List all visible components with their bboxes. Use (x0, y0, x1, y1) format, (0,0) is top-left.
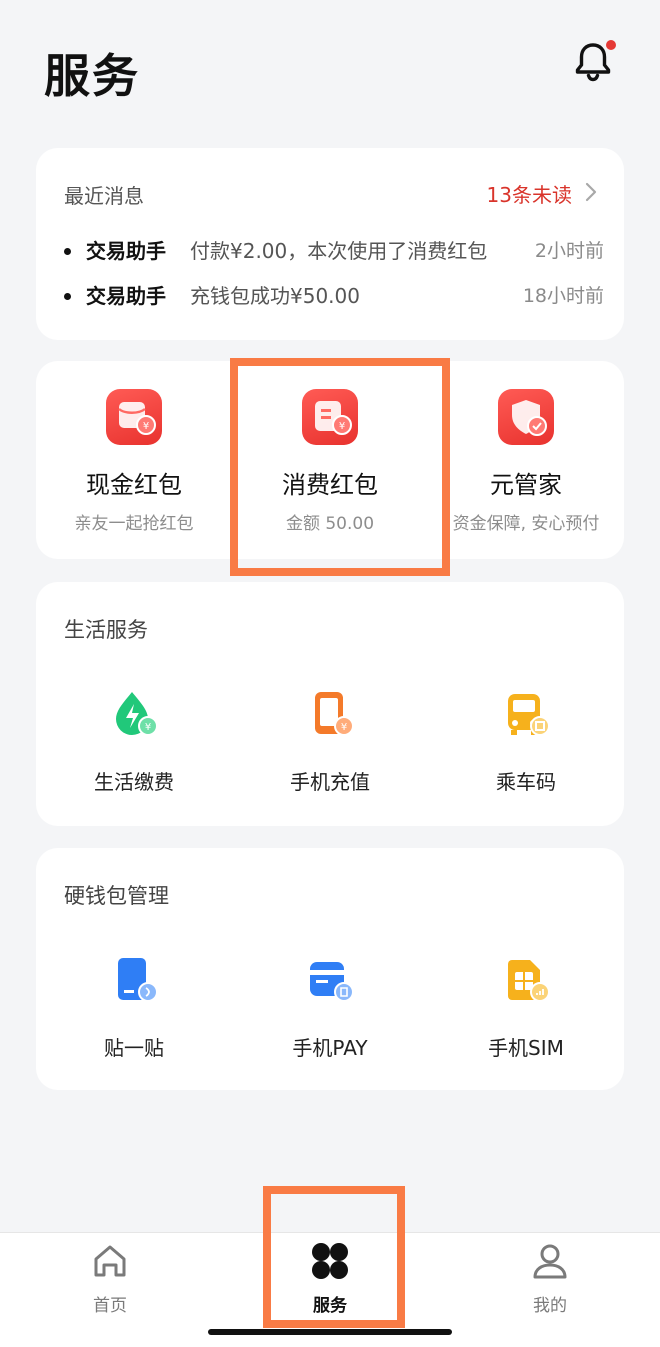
message-time: 18小时前 (522, 285, 604, 307)
profile-icon (533, 1244, 567, 1279)
bus-code-icon (508, 694, 550, 736)
utility-bill-icon: ¥ (116, 692, 158, 736)
nav-profile[interactable]: 我的 (490, 1233, 610, 1323)
page-title: 服务 (44, 49, 140, 103)
services-grid-icon (312, 1243, 348, 1279)
notification-dot (606, 40, 616, 50)
phone-pay-icon (310, 962, 354, 1002)
tap-card-icon (118, 958, 158, 1002)
service-name: 生活缴费 (94, 770, 174, 794)
svg-text:¥: ¥ (341, 722, 347, 733)
bus-code-tile[interactable]: 乘车码 (428, 678, 624, 808)
message-row[interactable]: 交易助手 充钱包成功¥50.00 18小时前 (64, 281, 604, 311)
unread-count[interactable]: 13条未读 (487, 179, 572, 208)
nav-label: 首页 (93, 1296, 127, 1316)
svg-text:¥: ¥ (143, 421, 149, 432)
service-name: 手机SIM (488, 1036, 564, 1060)
nav-services[interactable]: 服务 (270, 1233, 390, 1323)
phone-pay-tile[interactable]: 手机PAY (232, 944, 428, 1074)
fund-guard-tile[interactable]: 元管家 资金保障, 安心预付 (428, 361, 624, 559)
hardware-wallet-card: 硬钱包管理 贴一贴 手机PAY 手机SIM (36, 848, 624, 1090)
home-indicator (208, 1329, 452, 1335)
message-sender: 交易助手 (86, 284, 166, 308)
svg-text:¥: ¥ (145, 722, 151, 733)
cash-red-packet-tile[interactable]: ¥ 现金红包 亲友一起抢红包 (36, 361, 232, 559)
service-name: 手机PAY (292, 1036, 368, 1060)
red-packet-card: ¥ 现金红包 亲友一起抢红包 ¥ 消费红包 金额 50.00 元管家 资金保障,… (36, 361, 624, 559)
consumer-red-packet-tile[interactable]: ¥ 消费红包 金额 50.00 (232, 361, 428, 559)
nav-label: 服务 (313, 1296, 347, 1316)
message-time: 2小时前 (534, 240, 604, 262)
packet-subtitle: 亲友一起抢红包 (74, 514, 194, 534)
nav-home[interactable]: 首页 (50, 1233, 170, 1323)
tap-card-tile[interactable]: 贴一贴 (36, 944, 232, 1074)
bullet-dot (64, 248, 71, 255)
section-title: 生活服务 (64, 618, 148, 642)
message-sender: 交易助手 (86, 239, 166, 263)
phone-topup-tile[interactable]: ¥ 手机充值 (232, 678, 428, 808)
message-row[interactable]: 交易助手 付款¥2.00，本次使用了消费红包 2小时前 (64, 236, 604, 266)
utility-bill-tile[interactable]: ¥ 生活缴费 (36, 678, 232, 808)
recent-messages-card[interactable]: 最近消息 13条未读 交易助手 付款¥2.00，本次使用了消费红包 2小时前 交… (36, 148, 624, 340)
packet-subtitle: 资金保障, 安心预付 (452, 514, 600, 534)
service-name: 手机充值 (290, 770, 370, 794)
sim-card-icon (508, 960, 550, 1002)
packet-subtitle: 金额 50.00 (285, 514, 375, 534)
service-name: 乘车码 (496, 770, 556, 794)
red-envelope-icon: ¥ (106, 389, 162, 445)
header: 服务 (0, 0, 660, 130)
chevron-right-icon[interactable] (584, 181, 598, 203)
phone-topup-icon: ¥ (315, 692, 354, 736)
home-icon (94, 1245, 126, 1277)
packet-name: 元管家 (490, 471, 562, 499)
packet-name: 消费红包 (282, 471, 378, 499)
svg-text:¥: ¥ (339, 421, 345, 432)
nav-label: 我的 (533, 1296, 567, 1316)
shield-icon (498, 389, 554, 445)
coupon-icon: ¥ (302, 389, 358, 445)
recent-messages-title: 最近消息 (64, 184, 144, 208)
life-services-card: 生活服务 ¥ 生活缴费 ¥ 手机充值 乘车码 (36, 582, 624, 826)
service-name: 贴一贴 (104, 1036, 164, 1060)
packet-name: 现金红包 (86, 471, 182, 499)
message-content: 付款¥2.00，本次使用了消费红包 (190, 239, 488, 263)
message-content: 充钱包成功¥50.00 (190, 284, 360, 308)
sim-card-tile[interactable]: 手机SIM (428, 944, 624, 1074)
section-title: 硬钱包管理 (64, 884, 169, 908)
bullet-dot (64, 293, 71, 300)
